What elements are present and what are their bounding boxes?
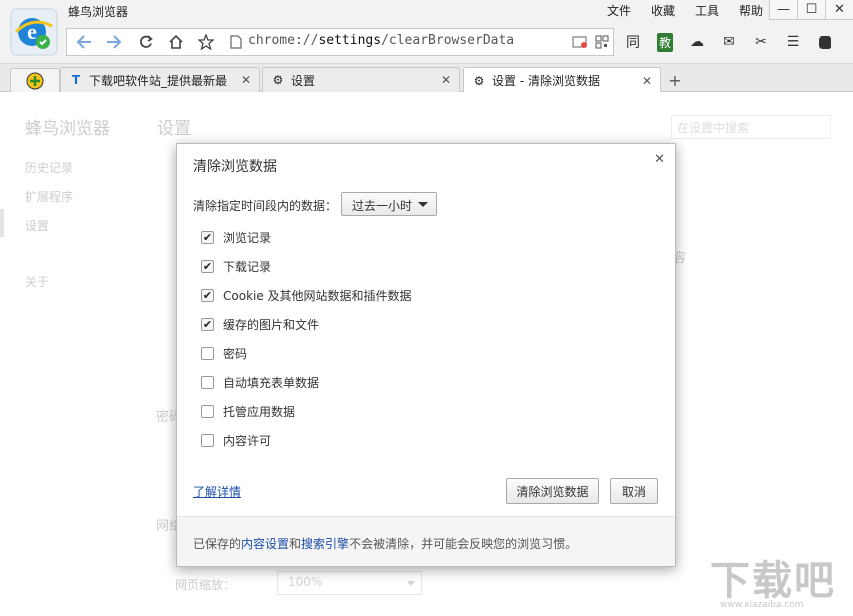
menu-icon[interactable]: ☰ bbox=[780, 30, 806, 54]
star-icon[interactable] bbox=[193, 31, 219, 53]
chevron-down-icon bbox=[418, 202, 428, 207]
dialog-footer: 已保存的内容设置和搜索引擎不会被清除，并可能会反映您的浏览习惯。 bbox=[177, 516, 675, 566]
back-icon[interactable] bbox=[71, 31, 97, 53]
evernote-icon[interactable] bbox=[812, 30, 838, 54]
option-browsing-history[interactable]: ✔ 浏览记录 bbox=[201, 229, 271, 245]
menu-favorites[interactable]: 收藏 bbox=[645, 2, 681, 19]
footer-suffix: 不会被清除，并可能会反映您的浏览习惯。 bbox=[349, 537, 578, 551]
search-engines-link[interactable]: 搜索引擎 bbox=[301, 537, 349, 551]
time-range-value: 过去一小时 bbox=[352, 199, 413, 213]
url-path: /clearBrowserData bbox=[381, 33, 515, 48]
app-title: 蜂鸟浏览器 bbox=[68, 5, 129, 19]
option-content-licenses[interactable]: 内容许可 bbox=[201, 432, 271, 448]
reload-icon[interactable] bbox=[133, 31, 159, 53]
clear-data-button[interactable]: 清除浏览数据 bbox=[506, 478, 599, 504]
close-icon[interactable]: ✕ bbox=[654, 152, 665, 167]
option-label: 自动填充表单数据 bbox=[223, 375, 320, 390]
tab-close-icon[interactable]: ✕ bbox=[642, 74, 652, 88]
option-label: 缓存的图片和文件 bbox=[223, 317, 320, 332]
top-menu: 文件 收藏 工具 帮助 bbox=[601, 2, 777, 19]
toolbar-icons: 同 教 ☁ ✉ ✂ ☰ bbox=[620, 30, 838, 54]
tab-close-icon[interactable]: ✕ bbox=[241, 73, 251, 87]
cloud-icon[interactable]: ☁ bbox=[684, 30, 710, 54]
option-passwords[interactable]: 密码 bbox=[201, 345, 247, 361]
app-logo-icon[interactable]: e bbox=[10, 8, 58, 56]
time-range-label: 清除指定时间段内的数据： bbox=[193, 199, 338, 213]
option-label: 内容许可 bbox=[223, 433, 272, 448]
option-label: 密码 bbox=[223, 346, 248, 361]
gear-icon: ⚙ bbox=[272, 73, 284, 87]
title-bar: e 蜂鸟浏览器 文件 收藏 工具 帮助 — ☐ ✕ chrome://setti… bbox=[0, 0, 853, 64]
option-label: Cookie 及其他网站数据和插件数据 bbox=[223, 288, 412, 303]
footer-prefix: 已保存的 bbox=[193, 537, 242, 551]
url-host: settings bbox=[318, 33, 382, 48]
time-range-select[interactable]: 过去一小时 bbox=[341, 192, 437, 216]
content-settings-link[interactable]: 内容设置 bbox=[241, 537, 289, 551]
window-controls: — ☐ ✕ bbox=[769, 0, 853, 20]
home-icon[interactable] bbox=[163, 31, 189, 53]
tab-home[interactable] bbox=[10, 68, 60, 92]
checkbox-cookies[interactable]: ✔ bbox=[201, 288, 214, 302]
footer-note: 已保存的内容设置和搜索引擎不会被清除，并可能会反映您的浏览习惯。 bbox=[193, 535, 577, 552]
sync-icon[interactable]: 同 bbox=[620, 30, 646, 54]
watermark-url: www.xiazaiba.com bbox=[720, 600, 804, 610]
menu-help[interactable]: 帮助 bbox=[733, 2, 769, 19]
option-cookies[interactable]: ✔ Cookie 及其他网站数据和插件数据 bbox=[201, 287, 412, 303]
mail-icon[interactable]: ✉ bbox=[716, 30, 742, 54]
checkbox-autofill[interactable] bbox=[201, 375, 214, 389]
maximize-icon[interactable]: ☐ bbox=[797, 0, 825, 20]
checkbox-browsing-history[interactable]: ✔ bbox=[201, 230, 214, 244]
tab-clear-browser-data[interactable]: ⚙ 设置 - 清除浏览数据 ✕ bbox=[463, 67, 661, 93]
checkbox-download-history[interactable]: ✔ bbox=[201, 259, 214, 273]
forward-icon[interactable] bbox=[101, 31, 127, 53]
option-cache[interactable]: ✔ 缓存的图片和文件 bbox=[201, 316, 319, 332]
option-label: 浏览记录 bbox=[223, 230, 272, 245]
clear-browsing-data-dialog: 清除浏览数据 ✕ 清除指定时间段内的数据： 过去一小时 ✔ 浏览记录 ✔ 下载记… bbox=[176, 143, 676, 567]
menu-tools[interactable]: 工具 bbox=[689, 2, 725, 19]
tab-settings[interactable]: ⚙ 设置 ✕ bbox=[262, 67, 460, 92]
checkbox-content-licenses[interactable] bbox=[201, 433, 214, 447]
close-icon[interactable]: ✕ bbox=[825, 0, 853, 20]
menu-file[interactable]: 文件 bbox=[601, 2, 637, 19]
option-hosted-app-data[interactable]: 托管应用数据 bbox=[201, 403, 295, 419]
watermark-logo: 下载吧 bbox=[710, 558, 836, 604]
qr-code-icon[interactable] bbox=[589, 31, 615, 53]
option-label: 下载记录 bbox=[223, 259, 272, 274]
option-label: 托管应用数据 bbox=[223, 404, 296, 419]
home-plus-icon bbox=[26, 72, 44, 89]
new-tab-button[interactable]: + bbox=[665, 70, 685, 90]
education-icon-label: 教 bbox=[656, 32, 673, 52]
option-autofill[interactable]: 自动填充表单数据 bbox=[201, 374, 319, 390]
scissors-icon[interactable]: ✂ bbox=[748, 30, 774, 54]
dialog-title: 清除浏览数据 bbox=[193, 159, 277, 175]
cancel-button[interactable]: 取消 bbox=[610, 478, 658, 504]
tab-download-site[interactable]: T 下载吧软件站_提供最新最 ✕ bbox=[60, 67, 260, 92]
tab-label: 设置 bbox=[291, 73, 316, 88]
footer-mid: 和 bbox=[289, 537, 302, 551]
tab-label: 设置 - 清除浏览数据 bbox=[492, 74, 600, 88]
checkbox-cache[interactable]: ✔ bbox=[201, 317, 214, 331]
url-text[interactable]: chrome://settings/clearBrowserData bbox=[248, 33, 514, 48]
education-icon[interactable]: 教 bbox=[652, 30, 678, 54]
download-site-icon: T bbox=[71, 73, 81, 87]
tab-label: 下载吧软件站_提供最新最 bbox=[89, 73, 228, 88]
minimize-icon[interactable]: — bbox=[769, 0, 797, 20]
checkbox-hosted-app-data[interactable] bbox=[201, 404, 214, 418]
checkbox-passwords[interactable] bbox=[201, 346, 214, 360]
tab-close-icon[interactable]: ✕ bbox=[441, 73, 451, 87]
learn-more-link[interactable]: 了解详情 bbox=[193, 483, 241, 500]
gear-icon: ⚙ bbox=[473, 73, 485, 88]
page-icon bbox=[223, 31, 249, 53]
url-scheme: chrome:// bbox=[248, 33, 319, 48]
option-download-history[interactable]: ✔ 下载记录 bbox=[201, 258, 271, 274]
